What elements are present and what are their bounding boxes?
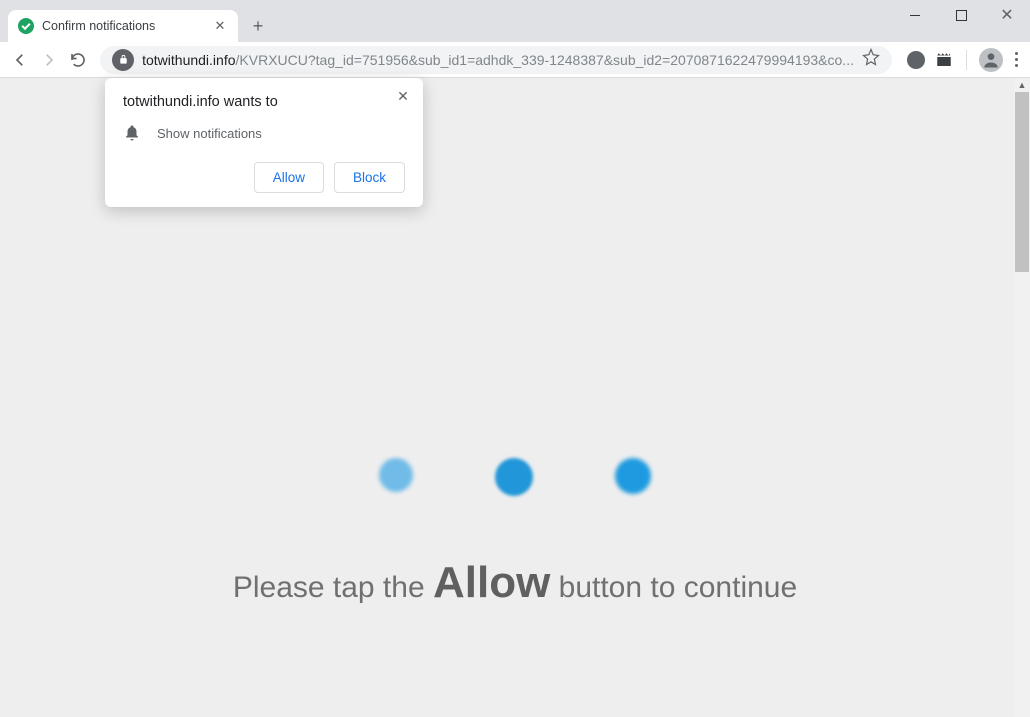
extension-icon[interactable] (906, 50, 926, 70)
tab-close-button[interactable]: ✕ (212, 18, 228, 34)
permission-request-text: Show notifications (157, 126, 262, 141)
window-maximize-button[interactable] (938, 0, 984, 30)
permission-request-row: Show notifications (123, 124, 405, 142)
toolbar-divider (966, 50, 967, 70)
loader-dot (615, 458, 651, 494)
permission-title: totwithundi.info wants to (123, 94, 405, 110)
scrollbar-thumb[interactable] (1015, 92, 1029, 272)
notification-permission-popup: ✕ totwithundi.info wants to Show notific… (105, 78, 423, 207)
allow-button[interactable]: Allow (254, 162, 324, 193)
instruction-text: Please tap the Allow button to continue (0, 558, 1030, 608)
loader-dot (379, 458, 413, 492)
window-close-button[interactable]: ✕ (984, 0, 1030, 30)
window-minimize-button[interactable] (892, 0, 938, 30)
profile-avatar[interactable] (979, 48, 1003, 72)
address-bar[interactable]: totwithundi.info/KVRXUCU?tag_id=751956&s… (100, 46, 892, 74)
url-text: totwithundi.info/KVRXUCU?tag_id=751956&s… (142, 52, 854, 68)
clapperboard-icon[interactable] (934, 50, 954, 70)
new-tab-button[interactable]: + (244, 12, 272, 40)
loader-dot (495, 458, 533, 496)
block-button[interactable]: Block (334, 162, 405, 193)
browser-tab[interactable]: Confirm notifications ✕ (8, 10, 238, 42)
forward-button[interactable] (37, 46, 62, 74)
bookmark-star-icon[interactable] (862, 48, 880, 71)
window-controls: ✕ (892, 0, 1030, 30)
tab-strip: Confirm notifications ✕ + (0, 8, 1030, 42)
extensions-area (902, 48, 1022, 72)
loading-dots (379, 458, 651, 496)
browser-menu-button[interactable] (1011, 48, 1022, 71)
permission-buttons: Allow Block (123, 162, 405, 193)
lock-icon (112, 49, 134, 71)
check-circle-icon (18, 18, 34, 34)
window-titlebar (0, 0, 1030, 8)
bell-icon (123, 124, 141, 142)
browser-toolbar: totwithundi.info/KVRXUCU?tag_id=751956&s… (0, 42, 1030, 78)
back-button[interactable] (8, 46, 33, 74)
tab-title: Confirm notifications (42, 19, 204, 33)
scroll-up-arrow[interactable]: ▲ (1014, 78, 1030, 92)
popup-close-button[interactable]: ✕ (393, 86, 413, 106)
vertical-scrollbar[interactable]: ▲ (1014, 78, 1030, 717)
reload-button[interactable] (65, 46, 90, 74)
